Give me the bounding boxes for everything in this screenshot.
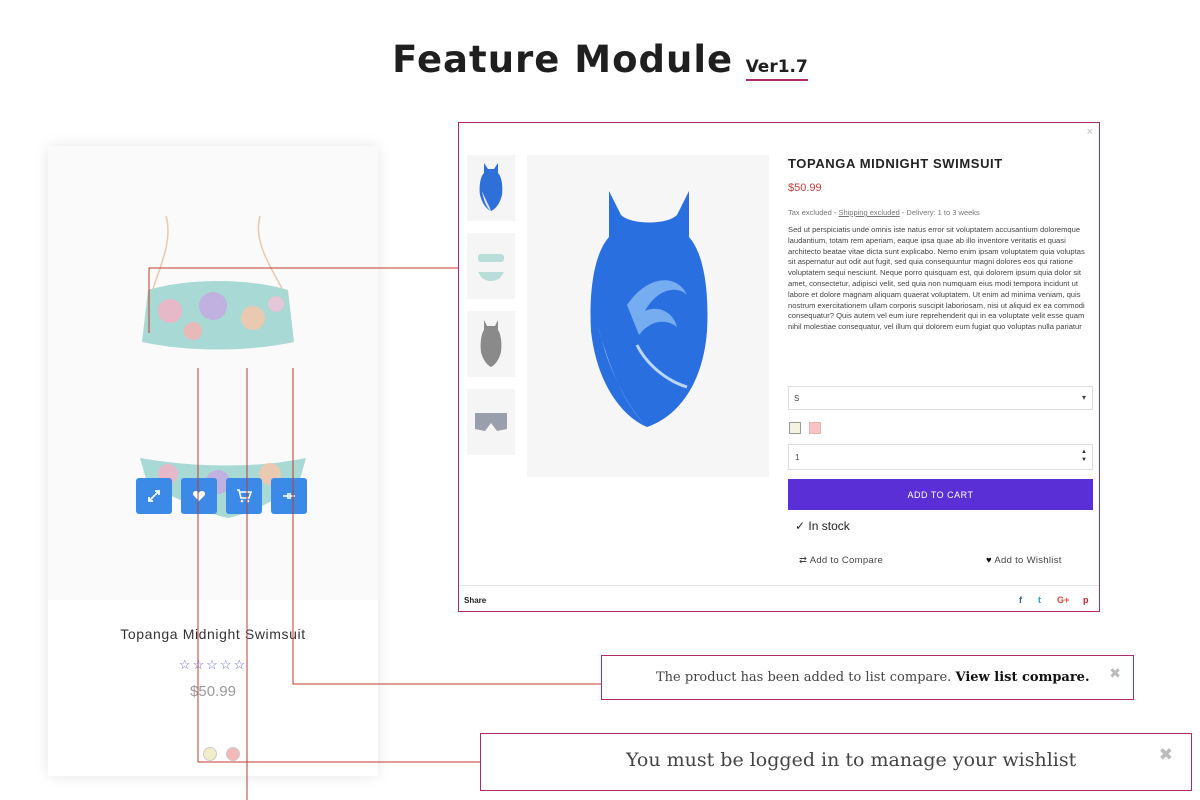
close-icon[interactable]: × <box>1087 126 1093 138</box>
spin-arrows-icon[interactable]: ▲ ▼ <box>1081 448 1087 464</box>
shipping-link[interactable]: Shipping excluded <box>838 208 899 217</box>
bikini-thumb-icon <box>478 254 504 281</box>
expand-icon <box>148 490 160 502</box>
add-to-wishlist-label: Add to Wishlist <box>994 555 1062 566</box>
shorts-thumb-icon <box>475 413 507 431</box>
rating-stars: ☆☆☆☆☆ <box>178 657 248 672</box>
version-label: Ver1.7 <box>745 57 808 77</box>
swimsuit-thumb-icon <box>479 163 503 211</box>
size-select[interactable]: S ▾ <box>788 386 1093 410</box>
main-product-image[interactable] <box>527 155 769 477</box>
cart-icon <box>237 489 252 503</box>
thumbnail-1[interactable] <box>467 155 515 221</box>
color-swatch-pink[interactable] <box>226 747 240 761</box>
add-to-cart-button-modal[interactable]: ADD TO CART <box>788 479 1093 510</box>
delivery-label: - Delivery: 1 to 3 weeks <box>901 208 980 217</box>
product-price: $50.99 <box>190 683 236 700</box>
blue-swimsuit-illustration <box>590 191 708 427</box>
footer-divider <box>459 585 1099 586</box>
thumbnail-2[interactable] <box>467 233 515 299</box>
view-compare-link[interactable]: View list compare. <box>955 670 1089 685</box>
product-image[interactable] <box>48 146 378 600</box>
product-name[interactable]: Topanga Midnight Swimsuit <box>48 626 378 642</box>
quick-view-button[interactable] <box>136 478 172 514</box>
color-option-pink[interactable] <box>809 422 821 434</box>
tax-info: Tax excluded - Shipping excluded - Deliv… <box>788 208 980 217</box>
pinterest-icon[interactable]: p <box>1083 595 1089 605</box>
quick-view-modal: × TOPANGA MIDNIGHT SWIMSUIT $50.99 Tax e… <box>458 122 1100 612</box>
quantity-value: 1 <box>795 453 800 462</box>
compare-notification-text: The product has been added to list compa… <box>656 670 1089 685</box>
product-description: Sed ut perspiciatis unde omnis iste natu… <box>788 225 1085 332</box>
product-card[interactable]: Topanga Midnight Swimsuit ☆☆☆☆☆ $50.99 <box>48 146 378 776</box>
bikini-illustration <box>140 215 306 518</box>
thumbnail-3[interactable] <box>467 311 515 377</box>
add-to-cart-button[interactable] <box>226 478 262 514</box>
thumbnail-4[interactable] <box>467 389 515 455</box>
dropdown-arrow-icon: ▾ <box>1081 393 1086 402</box>
compare-icon: ⇄ <box>799 555 808 566</box>
page-title: Feature Module Ver1.7 <box>0 38 1200 81</box>
compare-button[interactable] <box>271 478 307 514</box>
stock-status: ✓ In stock <box>795 519 850 533</box>
title-text: Feature Module <box>392 38 734 81</box>
tax-label: Tax excluded - <box>788 208 837 217</box>
close-icon[interactable]: ✖ <box>1159 745 1173 765</box>
google-plus-icon[interactable]: G+ <box>1057 595 1069 605</box>
wishlist-button[interactable] <box>181 478 217 514</box>
quantity-stepper[interactable]: 1 ▲ ▼ <box>788 444 1093 470</box>
size-value: S <box>794 394 800 403</box>
twitter-icon[interactable]: t <box>1038 595 1041 605</box>
wishlist-message: You must be logged in to manage your wis… <box>626 749 1077 771</box>
add-to-compare-label: Add to Compare <box>809 555 884 566</box>
add-to-wishlist-link[interactable]: ♥ Add to Wishlist <box>986 555 1062 566</box>
color-option-cream[interactable] <box>789 422 801 434</box>
color-swatch-cream[interactable] <box>203 747 217 761</box>
share-label: Share <box>464 596 487 605</box>
close-icon[interactable]: ✖ <box>1109 666 1121 682</box>
compare-notification: The product has been added to list compa… <box>601 655 1134 700</box>
quick-view-title: TOPANGA MIDNIGHT SWIMSUIT <box>788 156 1003 171</box>
heart-icon: ♥ <box>986 555 992 566</box>
gray-swimsuit-thumb-icon <box>480 320 502 367</box>
quick-view-price: $50.99 <box>788 182 822 194</box>
wishlist-notification: You must be logged in to manage your wis… <box>480 733 1192 791</box>
facebook-icon[interactable]: f <box>1019 595 1022 605</box>
add-to-compare-link[interactable]: ⇄ Add to Compare <box>799 555 883 566</box>
heart-icon <box>192 491 206 501</box>
compare-message: The product has been added to list compa… <box>656 670 952 685</box>
compare-icon <box>283 493 295 499</box>
